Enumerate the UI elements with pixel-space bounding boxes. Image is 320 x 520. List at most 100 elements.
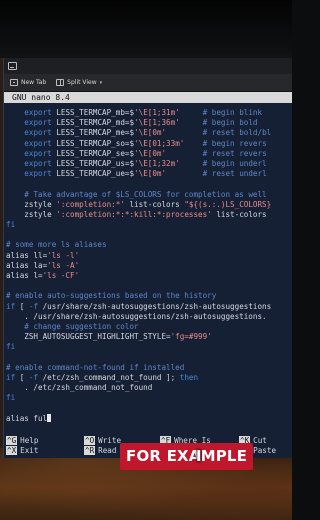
editor-line: export LESS_TERMCAP_md=$'\E[1;36m' # beg… [6,118,292,128]
code-token: 'fg=#999' [170,332,212,342]
code-token: alias [6,271,34,280]
code-token: "${(s.:.)LS_COLORS} [184,199,272,209]
code-token: zstyle [24,199,57,209]
code-token: /usr/share/zsh-autosuggestions/zsh-autos… [38,301,272,311]
code-token: export [24,169,57,179]
code-token: . /etc/zsh_command_not_found [6,383,153,393]
caption-after: I [196,447,202,465]
code-token: export [24,118,57,128]
editor-line: if [ -f /usr/share/zsh-autosuggestions/z… [6,302,292,312]
editor-line: if [ -f /etc/zsh_command_not_found ]; th… [6,373,292,383]
shortcut-key[interactable]: ^G [6,436,18,445]
editor-line: fi [6,393,292,403]
shortcut-label: Paste [253,446,277,455]
code-token: '\E[0m' [134,148,167,158]
code-token: /etc/zsh_command_not_found ]; [38,372,180,382]
caption-highlight: FOR EXAMPLE [120,443,254,470]
editor-line: ZSH_AUTOSUGGEST_HIGHLIGHT_STYLE='fg=#999… [6,332,292,342]
shortcut-label: Help [20,436,39,445]
code-token: LESS_TERMCAP_ue=$ [56,169,135,179]
terminal-icon [8,62,17,70]
editor-line: export LESS_TERMCAP_us=$'\E[1;32m' # beg… [6,159,292,169]
new-tab-label: New Tab [21,79,47,86]
editor-line: alias l='ls -CF' [6,271,292,281]
nano-header: GNU nano 8.4 [4,92,292,103]
terminal-toolbar: New Tab Split View ▾ [4,74,292,92]
shortcut-key[interactable]: ^O [84,436,96,445]
editor-line: # enable command-not-found if installed [6,363,292,373]
shortcut-label: Read [98,446,117,455]
split-view-label: Split View [67,79,97,86]
code-token: list-colors [211,209,267,219]
shortcut-label: Cut [253,436,267,445]
split-view-icon [56,79,65,86]
editor-line: # change suggestion color [6,322,292,332]
code-token: '\E[0m' [134,169,167,179]
code-token: ZSH_AUTOSUGGEST_HIGHLIGHT_STYLE= [6,332,171,342]
code-token: fi [6,393,16,403]
shortcut-label: Exit [20,446,39,455]
code-token: export [24,158,57,168]
new-tab-button[interactable]: New Tab [10,79,46,86]
editor-line: export LESS_TERMCAP_ue=$'\E[0m' # reset … [6,169,292,179]
code-token: # reset revers [166,148,267,158]
shortcut-key[interactable]: ^R [84,446,96,455]
editor-line: export LESS_TERMCAP_mb=$'\E[1;31m' # beg… [6,108,292,118]
code-token: la= [33,260,48,270]
code-token: then [179,372,199,382]
code-token: [ [19,372,29,382]
terminal-window: New Tab Split View ▾ GNU nano 8.4 export… [3,58,292,458]
code-token: 'ls -CF' [42,271,80,280]
editor-line: . /usr/share/zsh-autosuggestions/zsh-aut… [6,312,292,322]
code-token: # some more ls aliases [6,240,107,250]
code-token: # reset underl [166,169,267,179]
code-token: # enable command-not-found if installed [6,362,185,372]
shortcut-label: Write [98,436,122,445]
text-cursor [47,413,52,422]
code-token: -f [28,372,39,382]
editor-line: # Take advantage of $LS_COLORS for compl… [6,190,292,200]
code-token: 'ls -A' [47,260,80,270]
code-token: alias [6,250,34,260]
code-token: LESS_TERMCAP_so=$ [56,138,135,148]
editor-line: alias ll='ls -l' [6,251,292,261]
chevron-down-icon[interactable]: ▾ [100,80,103,86]
code-token: '\E[01;33m' [134,138,185,148]
code-token: '\E[1;31m' [134,108,180,117]
editor-line: zstyle ':completion:*' list-colors "${(s… [6,200,292,210]
code-token: export [24,148,57,158]
editor-line: export LESS_TERMCAP_se=$'\E[0m' # reset … [6,149,292,159]
split-view-button[interactable]: Split View ▾ [56,79,102,86]
shortcut-group: ^O ^R Write Read [84,436,121,456]
code-token: LESS_TERMCAP_md=$ [56,118,135,128]
shortcut-key[interactable]: ^X [6,446,18,455]
code-token: fi [6,342,16,352]
editor-line: . /etc/zsh_command_not_found [6,383,292,393]
dark-background-top [0,0,292,58]
editor-line: export LESS_TERMCAP_me=$'\E[0m' # reset … [6,128,292,138]
code-token: '\E[0m' [134,128,167,138]
code-token: export [24,108,57,117]
code-token: ll= [33,250,48,260]
code-token: [ [19,301,29,311]
editor-text-area[interactable]: export LESS_TERMCAP_mb=$'\E[1;31m' # beg… [4,103,292,424]
code-token: -f [28,301,39,311]
code-token: # change suggestion color [24,321,139,331]
editor-line: # some more ls aliases [6,240,292,250]
code-token: LESS_TERMCAP_me=$ [56,128,135,138]
code-token: # begin bold [179,118,258,128]
code-token: export [24,128,57,138]
